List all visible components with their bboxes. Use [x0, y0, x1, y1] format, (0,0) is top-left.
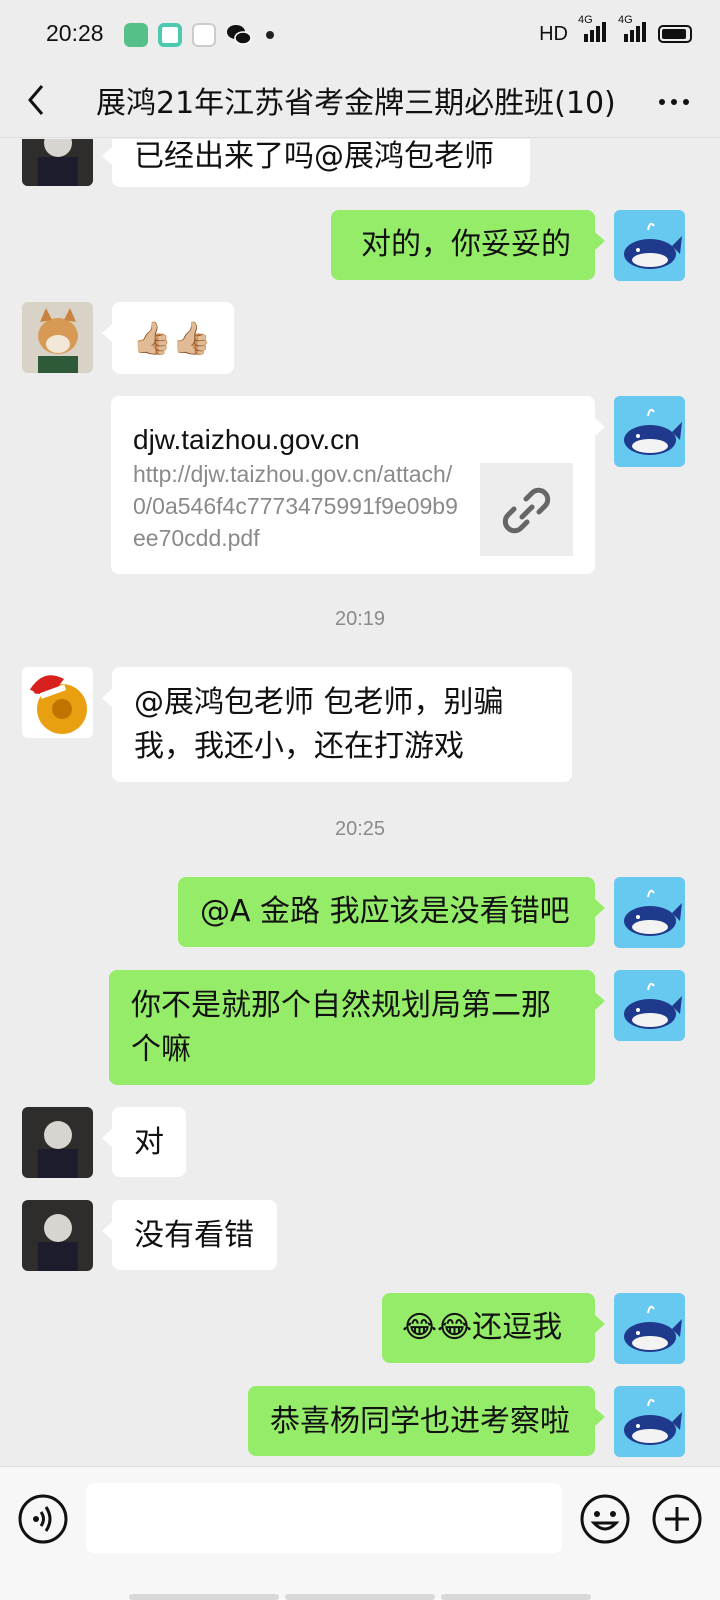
- message-bubble[interactable]: @A 金路 我应该是没看错吧: [178, 877, 605, 947]
- hd-indicator: HD: [539, 22, 568, 45]
- avatar[interactable]: [22, 139, 93, 186]
- avatar[interactable]: [22, 667, 93, 738]
- more-notifications-dot: [266, 31, 274, 39]
- chat-title: 展鸿21年江苏省考金牌三期必胜班(10): [96, 86, 616, 121]
- battery-icon: [658, 25, 692, 43]
- message-text: 😂😂还逗我: [402, 1310, 563, 1345]
- self-avatar[interactable]: [614, 210, 685, 281]
- gesture-bar: [0, 1594, 720, 1600]
- message-text: 对: [134, 1125, 164, 1160]
- self-avatar[interactable]: [614, 877, 685, 948]
- message-bubble[interactable]: 对的，你妥妥的: [331, 210, 605, 280]
- wechat-icon: [226, 23, 252, 47]
- more-dots-icon[interactable]: [654, 82, 694, 122]
- app-notification-icon: [192, 23, 216, 47]
- status-bar: 20:28 HD 4G 4G: [0, 0, 720, 70]
- message-bubble[interactable]: 你不是就那个自然规划局第二那个嘛: [109, 970, 605, 1085]
- plus-icon[interactable]: [651, 1493, 703, 1545]
- message-bubble[interactable]: 已经出来了吗@展鸿包老师: [102, 139, 530, 187]
- message-text: @A 金路 我应该是没看错吧: [200, 894, 570, 929]
- avatar[interactable]: [22, 1200, 93, 1271]
- message-text: 恭喜杨同学也进考察啦: [270, 1404, 570, 1439]
- app-notification-icon: [124, 23, 148, 47]
- input-bar: [0, 1466, 720, 1600]
- timestamp: 20:25: [334, 818, 386, 840]
- message-text: @展鸿包老师 包老师，别骗我，我还小，还在打游戏: [134, 685, 504, 764]
- message-bubble[interactable]: 👍🏼👍🏼: [102, 302, 234, 374]
- back-icon[interactable]: [20, 80, 60, 120]
- self-avatar[interactable]: [614, 1386, 685, 1457]
- message-bubble[interactable]: 😂😂还逗我: [382, 1293, 605, 1363]
- link-url: http://djw.taizhou.gov.cn/attach/0/0a546…: [133, 461, 458, 551]
- message-text: 你不是就那个自然规划局第二那个嘛: [131, 988, 551, 1067]
- link-icon: [480, 463, 573, 556]
- avatar[interactable]: [22, 1107, 93, 1178]
- message-bubble[interactable]: 没有看错: [102, 1200, 277, 1270]
- message-bubble[interactable]: @展鸿包老师 包老师，别骗我，我还小，还在打游戏: [102, 667, 572, 782]
- chat-header: 展鸿21年江苏省考金牌三期必胜班(10): [0, 62, 720, 138]
- avatar[interactable]: [22, 302, 93, 373]
- message-input[interactable]: [86, 1483, 562, 1553]
- message-text: 已经出来了吗@展鸿包老师: [134, 139, 494, 174]
- thumbs-up-emoji: 👍🏼👍🏼: [132, 319, 212, 357]
- link-card[interactable]: djw.taizhou.gov.cn http://djw.taizhou.go…: [111, 396, 605, 574]
- status-time: 20:28: [46, 20, 104, 46]
- signal-icon: 4G: [618, 14, 648, 48]
- self-avatar[interactable]: [614, 396, 685, 467]
- timestamp: 20:19: [334, 608, 386, 630]
- message-text: 对的，你妥妥的: [361, 227, 571, 262]
- voice-icon[interactable]: [17, 1493, 69, 1545]
- self-avatar[interactable]: [614, 970, 685, 1041]
- message-bubble[interactable]: 对: [102, 1107, 186, 1177]
- self-avatar[interactable]: [614, 1293, 685, 1364]
- link-title: djw.taizhou.gov.cn: [133, 424, 360, 455]
- emoji-icon[interactable]: [579, 1493, 631, 1545]
- signal-icon: 4G: [578, 14, 608, 48]
- app-notification-icon: [158, 23, 182, 47]
- message-list[interactable]: 已经出来了吗@展鸿包老师 对的，你妥妥的 👍🏼👍🏼 djw.taizhou.go…: [0, 139, 720, 1465]
- message-text: 没有看错: [134, 1218, 254, 1253]
- message-bubble[interactable]: 恭喜杨同学也进考察啦: [248, 1386, 605, 1456]
